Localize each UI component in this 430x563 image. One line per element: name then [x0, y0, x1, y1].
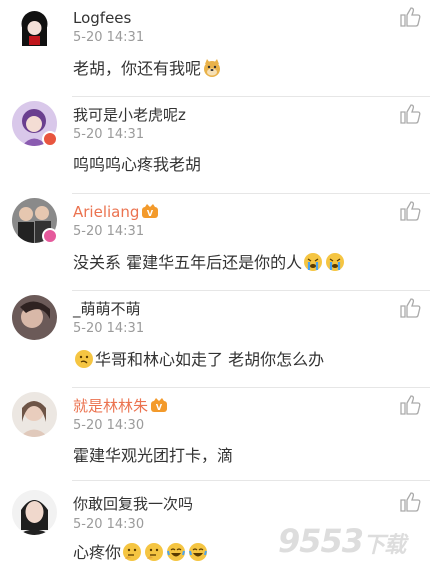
crying-icon	[325, 252, 345, 272]
comment-text: 呜呜呜心疼我老胡	[73, 155, 202, 174]
comment-body: 心疼你	[73, 543, 122, 562]
laughing-icon	[188, 542, 208, 562]
verified-badge-icon	[42, 131, 58, 147]
comment-time: 5-20 14:31	[73, 321, 145, 336]
site-watermark: 9553下载	[278, 522, 428, 560]
laughing-icon	[166, 542, 186, 562]
comment-text: 老胡，你还有我呢	[73, 58, 223, 79]
comment-author[interactable]: 就是林林朱 V	[73, 397, 168, 415]
comment-time: 5-20 14:31	[73, 127, 145, 142]
comment-author[interactable]: Arieliang V	[73, 203, 159, 221]
comment-item: 就是林林朱 V 5-20 14:30 霍建华观光团打卡，滴	[0, 388, 430, 480]
comment-author[interactable]: 你敢回复我一次吗	[73, 495, 193, 513]
svg-text:V: V	[156, 403, 163, 412]
comment-time: 5-20 14:31	[73, 30, 145, 45]
like-icon[interactable]	[399, 297, 421, 319]
comment-body: 华哥和林心如走了 老胡你怎么办	[95, 350, 325, 369]
svg-text:V: V	[147, 209, 154, 218]
comment-item: 我可是小老虎呢z 5-20 14:31 呜呜呜心疼我老胡	[0, 97, 430, 193]
crying-icon	[303, 252, 323, 272]
comment-body: 老胡，你还有我呢	[73, 59, 202, 78]
comment-author[interactable]: 我可是小老虎呢z	[73, 106, 186, 124]
hmm-icon	[74, 349, 94, 369]
like-icon[interactable]	[399, 491, 421, 513]
like-icon[interactable]	[399, 394, 421, 416]
like-icon[interactable]	[399, 200, 421, 222]
avatar[interactable]	[12, 6, 57, 51]
comment-time: 5-20 14:31	[73, 224, 145, 239]
watermark-main: 9553	[278, 522, 364, 560]
vip-crown-icon: V	[141, 203, 159, 219]
comment-text: 霍建华观光团打卡，滴	[73, 446, 234, 465]
comment-text: 心疼你	[73, 542, 209, 563]
vip-badge-icon	[42, 228, 58, 244]
comment-time: 5-20 14:30	[73, 418, 145, 433]
thinking-icon	[144, 542, 164, 562]
comment-text: 没关系 霍建华五年后还是你的人	[73, 252, 346, 273]
thinking-icon	[122, 542, 142, 562]
comment-author[interactable]: _萌萌不萌	[73, 300, 141, 318]
like-icon[interactable]	[399, 103, 421, 125]
comment-item: _萌萌不萌 5-20 14:31 华哥和林心如走了 老胡你怎么办	[0, 291, 430, 387]
comment-time: 5-20 14:30	[73, 517, 145, 532]
doge-icon	[202, 58, 222, 78]
avatar[interactable]	[12, 490, 57, 535]
like-icon[interactable]	[399, 6, 421, 28]
watermark-sub: 下载	[363, 533, 406, 558]
author-name: Arieliang	[73, 203, 140, 221]
author-name: 就是林林朱	[73, 397, 149, 415]
avatar[interactable]	[12, 392, 57, 437]
comment-item: Arieliang V 5-20 14:31 没关系 霍建华五年后还是你的人	[0, 194, 430, 290]
avatar[interactable]	[12, 295, 57, 340]
comment-body: 没关系 霍建华五年后还是你的人	[73, 253, 303, 272]
comment-author[interactable]: Logfees	[73, 9, 131, 27]
comment-item: Logfees 5-20 14:31 老胡，你还有我呢	[0, 0, 430, 96]
vip-crown-icon: V	[150, 397, 168, 413]
comment-text: 华哥和林心如走了 老胡你怎么办	[73, 349, 324, 370]
